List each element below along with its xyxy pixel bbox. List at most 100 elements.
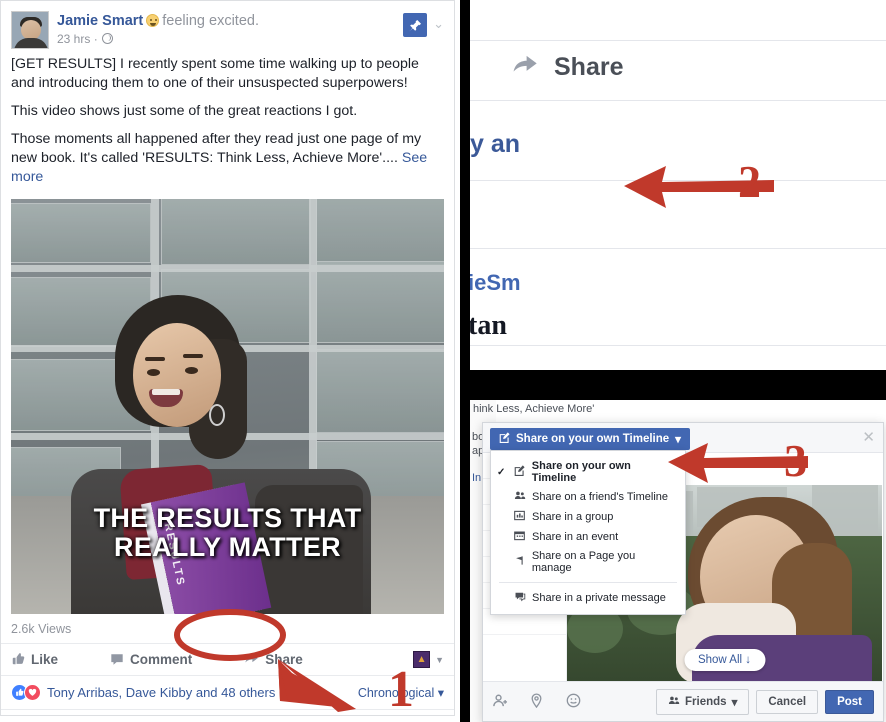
dialog-footer-actions: Friends ▾ Cancel Post bbox=[656, 688, 874, 715]
feeling-emoji-icon bbox=[146, 14, 160, 27]
share-header-label: Share bbox=[554, 53, 624, 81]
smiley-icon[interactable] bbox=[566, 693, 581, 711]
audience-option-label: Share in an event bbox=[532, 531, 619, 543]
video-window bbox=[316, 261, 444, 344]
video-caption-line-2: REALLY MATTER bbox=[114, 532, 341, 563]
menu-divider bbox=[499, 582, 677, 583]
annotation-1-graphic bbox=[174, 609, 356, 712]
pin-icon[interactable] bbox=[403, 13, 428, 37]
audience-options-menu: ✓ Share on your own Timeline Share on a … bbox=[490, 450, 686, 615]
video-window bbox=[316, 349, 444, 434]
share-dialog-panel: hink Less, Achieve More' bo ap In ✕ Show… bbox=[470, 400, 886, 722]
background-text-fragment: hink Less, Achieve More' bbox=[473, 403, 595, 415]
share-menu-panel: Share y an ieSm tan Share Now (Friends) … bbox=[470, 0, 886, 370]
show-all-button[interactable]: Show All ↓ bbox=[683, 649, 766, 671]
friends-icon bbox=[513, 490, 526, 504]
speech-bubble-icon bbox=[110, 652, 124, 668]
chevron-down-icon: ▾ bbox=[731, 696, 738, 709]
video-person-brow bbox=[183, 354, 203, 359]
audience-option-group[interactable]: Share in a group bbox=[491, 507, 685, 527]
post-header-actions: ⌄ bbox=[403, 11, 444, 37]
post-paragraph-2: This video shows just some of the great … bbox=[11, 103, 358, 120]
audience-option-page[interactable]: Share on a Page you manage bbox=[491, 547, 685, 577]
audience-selector-button[interactable]: Share on your own Timeline ▾ bbox=[490, 428, 690, 450]
cancel-button[interactable]: Cancel bbox=[756, 689, 819, 714]
background-text-fragment: In bbox=[472, 472, 482, 484]
location-pin-icon[interactable] bbox=[529, 692, 544, 711]
avatar-body bbox=[14, 38, 48, 48]
screenshot-root: Jamie Smart feeling excited. 23 hrs · ⌄ bbox=[0, 0, 886, 722]
feeling-text: feeling excited. bbox=[162, 13, 259, 29]
friends-icon bbox=[668, 695, 680, 709]
annotation-3-number: 3 bbox=[784, 435, 807, 486]
video-mullion bbox=[11, 265, 444, 273]
post-body: [GET RESULTS] I recently spent some time… bbox=[1, 53, 454, 199]
audience-option-event[interactable]: Share in an event bbox=[491, 527, 685, 547]
avatar-face bbox=[21, 20, 41, 40]
video-person-face bbox=[133, 323, 221, 428]
post-meta: 23 hrs · bbox=[57, 32, 259, 47]
audience-option-private-message[interactable]: Share in a private message bbox=[491, 588, 685, 608]
audience-selector-label: Share on your own Timeline bbox=[516, 433, 670, 445]
calendar-icon bbox=[513, 530, 526, 544]
video-person-brow bbox=[145, 357, 165, 362]
post-button[interactable]: Post bbox=[825, 689, 874, 714]
audience-option-label: Share on a Page you manage bbox=[531, 550, 636, 574]
author-name[interactable]: Jamie Smart bbox=[57, 13, 143, 29]
video-caption: THE RESULTS THAT REALLY MATTER bbox=[11, 502, 444, 563]
chevron-down-icon[interactable]: ▼ bbox=[435, 655, 444, 665]
thumbs-up-icon bbox=[11, 652, 25, 668]
annotation-2-number: 2 bbox=[738, 156, 761, 207]
dialog-footer: Friends ▾ Cancel Post bbox=[483, 681, 883, 721]
audience-option-own-timeline[interactable]: ✓ Share on your own Timeline bbox=[491, 457, 685, 487]
video-caption-line-1: THE RESULTS THAT bbox=[93, 502, 362, 533]
group-icon bbox=[513, 510, 526, 524]
annotation-1-number: 1 bbox=[388, 661, 414, 718]
post-timestamp[interactable]: 23 hrs bbox=[57, 32, 90, 46]
divider bbox=[470, 100, 886, 101]
meta-dot: · bbox=[93, 32, 102, 47]
divider bbox=[470, 40, 886, 41]
chevron-down-icon[interactable]: ⌄ bbox=[433, 13, 444, 30]
post-header-text: Jamie Smart feeling excited. 23 hrs · bbox=[57, 11, 259, 47]
avatar[interactable] bbox=[11, 11, 49, 49]
audience-option-label: Share on your own Timeline bbox=[531, 460, 631, 484]
audience-option-friend-timeline[interactable]: Share on a friend's Timeline bbox=[491, 487, 685, 507]
compose-icon bbox=[513, 465, 526, 479]
author-line: Jamie Smart feeling excited. bbox=[57, 12, 259, 30]
facebook-post-panel: Jamie Smart feeling excited. 23 hrs · ⌄ bbox=[0, 0, 460, 722]
background-text-fragment: y an bbox=[470, 130, 521, 158]
annotation-2-graphic bbox=[624, 166, 774, 208]
check-icon: ✓ bbox=[497, 466, 506, 478]
video-window bbox=[316, 199, 444, 266]
audience-option-label: Share on a friend's Timeline bbox=[532, 491, 669, 503]
post-paragraph-3-text: Those moments all happened after they re… bbox=[11, 131, 422, 167]
background-text-fragment: ieSm bbox=[470, 270, 521, 295]
divider bbox=[470, 248, 886, 249]
post-paragraph-3: Those moments all happened after they re… bbox=[11, 130, 444, 187]
audience-button[interactable]: Friends ▾ bbox=[656, 688, 750, 715]
divider bbox=[470, 345, 886, 346]
like-label: Like bbox=[31, 652, 59, 668]
audience-button-label: Friends bbox=[685, 695, 727, 708]
share-arrow-icon bbox=[510, 52, 540, 83]
video-window bbox=[11, 203, 151, 264]
post-header: Jamie Smart feeling excited. 23 hrs · ⌄ bbox=[1, 1, 454, 53]
globe-icon bbox=[102, 33, 114, 45]
background-text-fragment: tan bbox=[470, 310, 507, 341]
post-video-thumbnail[interactable]: RESULTS THE RESULTS THAT REALLY MATTER bbox=[11, 199, 444, 615]
tag-person-icon[interactable] bbox=[492, 693, 507, 711]
flag-icon bbox=[513, 555, 526, 569]
share-header[interactable]: Share bbox=[510, 52, 623, 83]
close-icon[interactable]: ✕ bbox=[862, 428, 875, 446]
compose-icon bbox=[499, 432, 510, 446]
message-icon bbox=[513, 591, 526, 605]
post-action-right: ▲ ▼ bbox=[413, 651, 444, 669]
video-window bbox=[161, 199, 311, 266]
post-paragraph-1: [GET RESULTS] I recently spent some time… bbox=[11, 56, 419, 92]
like-button[interactable]: Like bbox=[11, 652, 58, 668]
audience-option-label: Share in a private message bbox=[532, 592, 666, 604]
audience-option-label: Share in a group bbox=[532, 511, 614, 523]
app-badge-icon[interactable]: ▲ bbox=[413, 651, 431, 669]
reaction-love-icon bbox=[24, 684, 41, 702]
